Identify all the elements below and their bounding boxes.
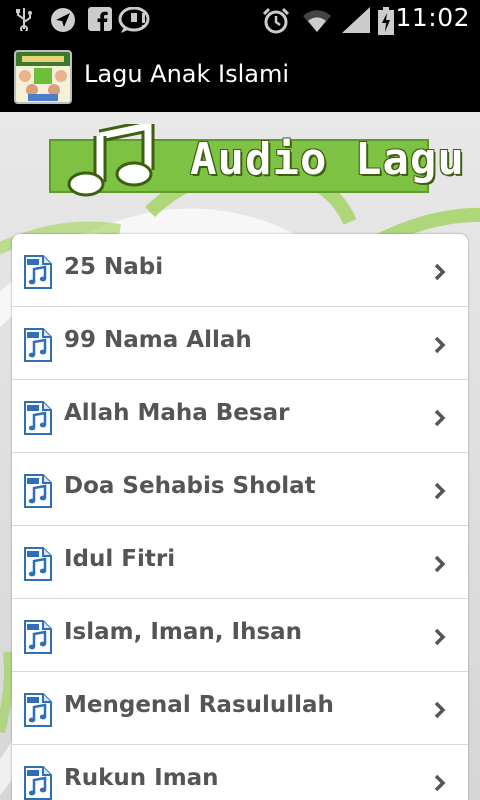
list-item[interactable]: Doa Sehabis Sholat: [12, 453, 468, 526]
clock-time: 11:02: [395, 3, 470, 32]
list-item-label: Allah Maha Besar: [64, 400, 290, 426]
audio-file-icon: [24, 620, 52, 654]
navigation-icon: [51, 8, 75, 32]
chevron-right-icon: [434, 774, 446, 792]
audio-file-icon: [24, 255, 52, 289]
audio-lagu-banner: Audio Lagu: [48, 124, 464, 200]
speech-bubble-icon: [118, 7, 150, 33]
list-item-label: Mengenal Rasulullah: [64, 692, 334, 718]
banner-text: Audio Lagu: [190, 134, 465, 185]
list-item[interactable]: 25 Nabi: [12, 234, 468, 307]
page-title: Lagu Anak Islami: [84, 60, 290, 88]
list-item[interactable]: Allah Maha Besar: [12, 380, 468, 453]
song-list: 25 Nabi 99 Nama Allah Allah Maha Besar D…: [12, 234, 468, 800]
chevron-right-icon: [434, 409, 446, 427]
audio-file-icon: [24, 328, 52, 362]
list-item-label: Doa Sehabis Sholat: [64, 473, 316, 499]
audio-file-icon: [24, 474, 52, 508]
wifi-icon: [303, 10, 331, 33]
app-logo-icon[interactable]: [14, 50, 72, 104]
status-bar: 11:02: [0, 0, 480, 38]
main-content[interactable]: Audio Lagu 25 Nabi 99 Nama Allah Allah M…: [0, 112, 480, 800]
facebook-icon: [88, 7, 112, 31]
chevron-right-icon: [434, 263, 446, 281]
chevron-right-icon: [434, 701, 446, 719]
alarm-icon: [262, 7, 290, 34]
list-item[interactable]: 99 Nama Allah: [12, 307, 468, 380]
audio-file-icon: [24, 401, 52, 435]
chevron-right-icon: [434, 628, 446, 646]
list-item[interactable]: Idul Fitri: [12, 526, 468, 599]
list-item[interactable]: Islam, Iman, Ihsan: [12, 599, 468, 672]
list-item-label: Idul Fitri: [64, 546, 176, 572]
signal-icon: [342, 7, 370, 33]
chevron-right-icon: [434, 555, 446, 573]
audio-file-icon: [24, 693, 52, 727]
music-note-icon: [67, 124, 155, 197]
battery-charging-icon: [378, 7, 394, 35]
chevron-right-icon: [434, 482, 446, 500]
list-item[interactable]: Mengenal Rasulullah: [12, 672, 468, 745]
list-item[interactable]: Rukun Iman: [12, 745, 468, 800]
list-item-label: 25 Nabi: [64, 254, 164, 280]
usb-icon: [16, 8, 32, 31]
audio-file-icon: [24, 766, 52, 800]
chevron-right-icon: [434, 336, 446, 354]
list-item-label: Rukun Iman: [64, 765, 219, 791]
action-bar: Lagu Anak Islami: [0, 38, 480, 112]
audio-file-icon: [24, 547, 52, 581]
list-item-label: 99 Nama Allah: [64, 327, 252, 353]
list-item-label: Islam, Iman, Ihsan: [64, 619, 303, 645]
